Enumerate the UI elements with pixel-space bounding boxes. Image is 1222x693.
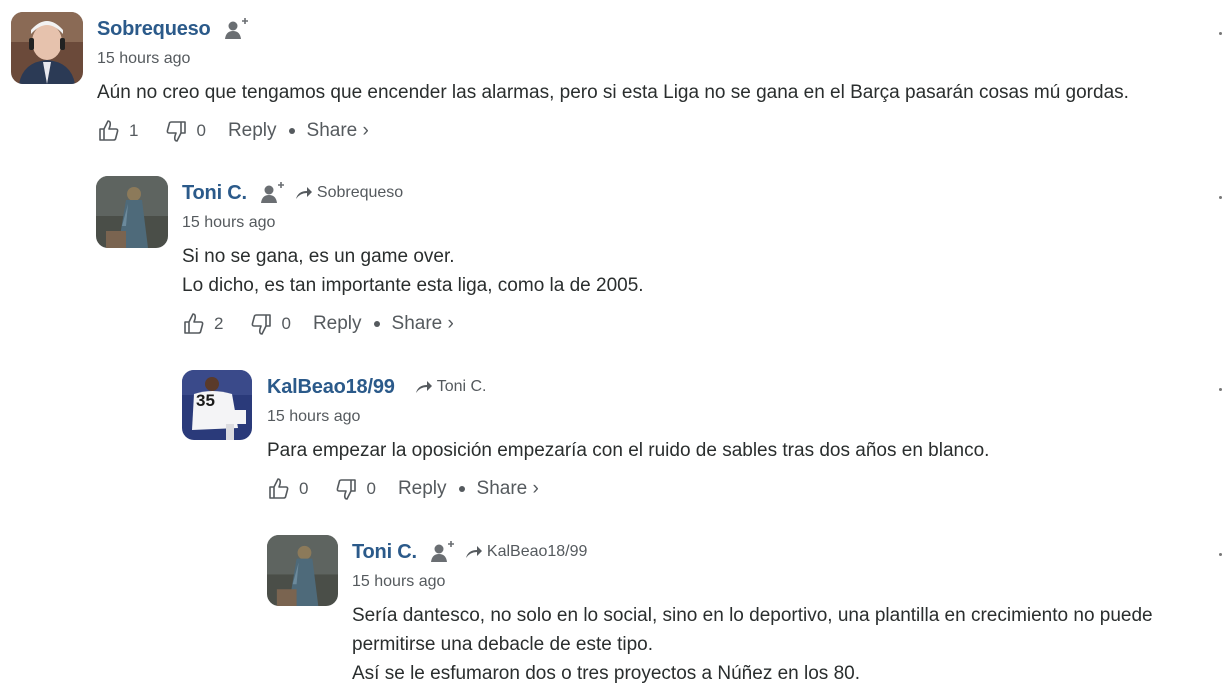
comment-item: Toni C. KalBeao18/99 15 hours ago Sería … [0, 535, 1222, 693]
comment-actions: 0 0 Reply Share › [267, 475, 1212, 503]
thumbs-down-icon [337, 479, 357, 500]
follow-user-icon[interactable] [223, 17, 249, 41]
follow-user-icon[interactable] [429, 540, 455, 564]
avatar-image [11, 12, 83, 84]
comment-actions: 1 0 Reply Share › [97, 117, 1212, 145]
reply-to-link[interactable]: Toni C. [415, 378, 487, 396]
reply-to-name: Toni C. [436, 378, 487, 395]
share-button[interactable]: Share › [307, 120, 369, 142]
comment-timestamp[interactable]: 15 hours ago [267, 408, 1212, 428]
reply-button[interactable]: Reply [228, 120, 277, 142]
separator-dot [288, 128, 295, 134]
comment-text: Aún no creo que tengamos que encender la… [97, 82, 1129, 103]
avatar-image: 35 [182, 370, 252, 440]
upvote-button[interactable]: 1 [97, 119, 138, 143]
comment-text: Para empezar la oposición empezaría con … [267, 440, 990, 461]
comment-item: Sobrequeso 15 hours ago Aún no creo que … [0, 12, 1222, 172]
comment-timestamp[interactable]: 15 hours ago [182, 214, 1212, 234]
reply-to-link[interactable]: KalBeao18/99 [465, 543, 588, 561]
comment-item: Toni C. Sobrequeso 15 hours ago Si no se… [0, 176, 1222, 366]
downvote-count: 0 [196, 121, 206, 140]
reply-to-name: Sobrequeso [316, 184, 404, 201]
reply-button[interactable]: Reply [398, 478, 447, 500]
downvote-button[interactable]: 0 [249, 312, 291, 336]
reply-button[interactable]: Reply [313, 313, 362, 335]
thumbs-up-icon [269, 478, 289, 499]
comment-actions: 2 0 Reply Share › [182, 310, 1212, 338]
thumbs-down-icon [167, 121, 187, 142]
downvote-count: 0 [366, 479, 376, 498]
downvote-count: 0 [281, 314, 291, 333]
reply-to-name: KalBeao18/99 [486, 543, 588, 560]
follow-user-icon[interactable] [259, 181, 285, 205]
avatar[interactable]: 35 [182, 370, 252, 440]
author-name[interactable]: Toni C. [182, 182, 247, 205]
comment-timestamp[interactable]: 15 hours ago [352, 573, 1217, 593]
thumbs-down-icon [252, 314, 272, 335]
avatar[interactable] [96, 176, 168, 248]
reply-arrow-icon [465, 546, 482, 558]
author-name[interactable]: Toni C. [352, 541, 417, 564]
avatar-image [267, 535, 338, 606]
downvote-button[interactable]: 0 [164, 119, 206, 143]
comment-timestamp[interactable]: 15 hours ago [97, 50, 1212, 70]
downvote-button[interactable]: 0 [334, 477, 376, 501]
comment-item: 35 KalBeao18/99 Toni C. 15 hours ago Par… [0, 370, 1222, 530]
reply-to-link[interactable]: Sobrequeso [295, 184, 403, 202]
upvote-count: 1 [129, 121, 139, 140]
separator-dot [373, 321, 380, 327]
reply-arrow-icon [295, 187, 312, 199]
comment-text: Sería dantesco, no solo en lo social, si… [352, 605, 1153, 684]
share-button[interactable]: Share › [392, 313, 454, 335]
separator-dot [458, 486, 465, 492]
upvote-button[interactable]: 0 [267, 477, 308, 501]
reply-arrow-icon [415, 381, 432, 393]
comment-text: Si no se gana, es un game over. Lo dicho… [182, 246, 644, 296]
author-name[interactable]: KalBeao18/99 [267, 376, 395, 399]
upvote-count: 0 [299, 479, 309, 498]
thumbs-up-icon [99, 120, 119, 141]
share-button[interactable]: Share › [477, 478, 539, 500]
avatar[interactable] [267, 535, 338, 606]
avatar-image [96, 176, 168, 248]
upvote-count: 2 [214, 314, 224, 333]
thumbs-up-icon [184, 313, 204, 334]
upvote-button[interactable]: 2 [182, 312, 223, 336]
jersey-number: 35 [196, 391, 215, 410]
avatar[interactable] [11, 12, 83, 84]
author-name[interactable]: Sobrequeso [97, 18, 211, 41]
